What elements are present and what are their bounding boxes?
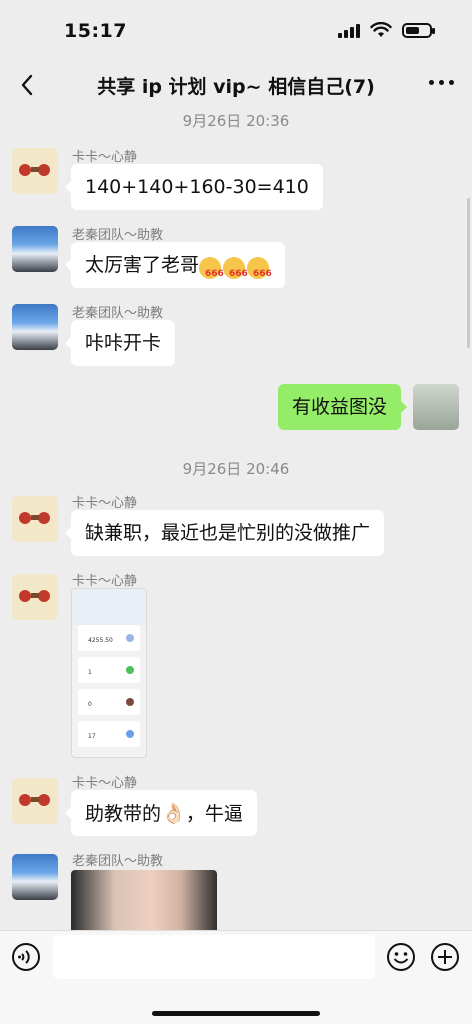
screenshot-image[interactable]: 4255.50 1 0 17	[71, 588, 147, 758]
seal-logo-icon	[19, 794, 50, 806]
avatar[interactable]	[12, 854, 58, 900]
666-emoji-icon: 666	[199, 254, 224, 279]
seal-logo-icon	[19, 590, 50, 602]
avatar[interactable]	[12, 226, 58, 272]
message-bubble[interactable]: 太厉害了老哥 666 666 666	[64, 242, 286, 288]
voice-icon[interactable]	[11, 942, 41, 972]
message-input[interactable]	[53, 935, 375, 979]
sender-name: 卡卡～心静	[72, 150, 138, 165]
666-emoji-icon: 666	[223, 254, 248, 279]
battery-icon	[402, 22, 435, 38]
avatar[interactable]	[12, 148, 58, 194]
message-text: ，牛逼	[185, 803, 243, 825]
wifi-icon	[370, 22, 392, 37]
scrollbar[interactable]	[467, 198, 470, 348]
sender-name: 卡卡～心静	[72, 574, 138, 589]
timestamp: 9月26日 20:46	[182, 460, 290, 478]
message-text: 太厉害了老哥	[85, 254, 200, 276]
sender-name: 老秦团队～助教	[72, 854, 164, 869]
status-time: 15:17	[64, 20, 127, 42]
sender-name: 老秦团队～助教	[72, 306, 164, 321]
666-emoji-icon: 666	[247, 254, 272, 279]
cellular-signal-icon	[338, 22, 360, 38]
message-bubble[interactable]: 助教带的👌🏻，牛逼	[65, 790, 257, 836]
avatar[interactable]	[12, 574, 58, 620]
avatar[interactable]	[12, 304, 58, 350]
message-bubble[interactable]: 缺兼职，最近也是忙别的没做推广	[64, 510, 385, 556]
my-avatar[interactable]	[413, 384, 459, 430]
seal-logo-icon	[19, 164, 50, 176]
emoji-icon[interactable]	[386, 942, 416, 972]
home-indicator	[152, 1011, 320, 1016]
avatar[interactable]	[12, 778, 58, 824]
ok-hand-emoji: 👌🏻	[161, 801, 186, 825]
message-text: 助教带的	[85, 803, 162, 825]
message-bubble[interactable]: 咔咔开卡	[64, 320, 176, 366]
more-icon[interactable]	[429, 80, 454, 85]
chat-title: 共享 ip 计划 vip~ 相信自己(7)	[97, 76, 375, 98]
plus-icon[interactable]	[430, 942, 460, 972]
seal-logo-icon	[19, 512, 50, 524]
my-message-bubble[interactable]: 有收益图没	[277, 384, 408, 430]
nav-bar: 共享 ip 计划 vip~ 相信自己(7)	[0, 62, 472, 108]
sender-name: 卡卡～心静	[72, 496, 138, 511]
avatar[interactable]	[12, 496, 58, 542]
sender-name: 老秦团队～助教	[72, 228, 164, 243]
chat-area[interactable]: 9月26日 20:36 卡卡～心静 140+140+160-30=410 老秦团…	[0, 108, 472, 930]
input-bar	[0, 930, 472, 1024]
status-bar: 15:17	[0, 0, 472, 62]
status-icons	[338, 22, 435, 38]
message-bubble[interactable]: 140+140+160-30=410	[65, 164, 323, 210]
photo-image[interactable]	[71, 870, 217, 930]
sender-name: 卡卡～心静	[72, 776, 138, 791]
timestamp: 9月26日 20:36	[182, 112, 290, 130]
